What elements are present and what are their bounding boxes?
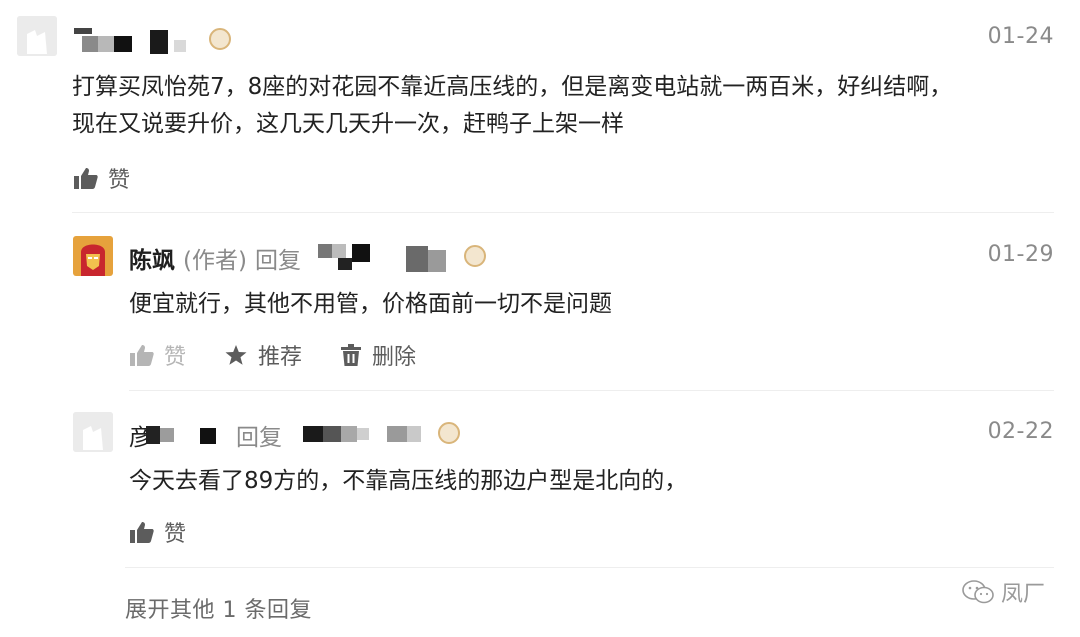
crown-badge-icon [438,422,460,444]
reply-content: 今天去看了89方的，不靠高压线的那边户型是北向的， [129,468,688,494]
like-label: 赞 [164,345,187,370]
author-avatar [73,236,113,276]
thumbs-up-icon [130,522,154,543]
thumbs-up-icon [130,345,154,366]
recommend-label: 推荐 [258,345,303,370]
reply-target-redacted [318,240,458,274]
like-button[interactable]: 赞 [130,339,186,371]
thumbs-up-icon [74,168,98,189]
reply-word: 回复 [254,248,301,274]
trash-icon [341,344,362,366]
crown-badge-icon [464,245,486,267]
watermark-text: 凤厂 [1000,582,1045,607]
divider [125,567,1054,568]
reply-content: 便宜就行，其他不用管，价格面前一切不是问题 [129,291,612,317]
author-role: (作者) [183,248,247,274]
avatar [73,412,113,452]
default-avatar-icon [17,16,57,56]
crown-badge-icon [209,28,231,50]
delete-button[interactable]: 删除 [340,339,416,371]
reply-date: 02-22 [987,419,1054,444]
reply-word: 回复 [236,425,282,451]
author-name[interactable]: 陈飒 [129,241,175,275]
watermark: 凤厂 [961,576,1045,608]
divider [72,212,1054,213]
username-redacted [146,424,226,446]
username-redacted [74,26,214,54]
recommend-button[interactable]: 推荐 [224,339,302,371]
expand-more-replies[interactable]: 展开其他 1 条回复 [125,592,312,624]
comment-date: 01-24 [987,24,1054,49]
reply-date: 01-29 [987,242,1054,267]
comment-line-2: 现在又说要升价，这几天几天升一次，赶鸭子上架一样 [72,111,624,137]
reply-actions: 赞 推荐 删除 [130,339,416,371]
like-label: 赞 [164,522,187,547]
like-label: 赞 [108,168,131,193]
comment-content: 打算买凤怡苑7，8座的对花园不靠近高压线的，但是离变电站就一两百米，好纠结啊， … [72,69,1062,143]
wechat-icon [962,580,994,604]
reply-header: 陈飒 (作者) 回复 [129,241,301,275]
delete-label: 删除 [372,345,417,370]
comment-line-1: 打算买凤怡苑7，8座的对花园不靠近高压线的，但是离变电站就一两百米，好纠结啊， [72,74,953,100]
avatar [17,16,57,56]
like-button[interactable]: 赞 [130,516,186,548]
divider [129,390,1054,391]
star-icon [225,345,247,365]
like-button[interactable]: 赞 [74,162,130,194]
ironman-avatar-icon [73,236,113,276]
default-avatar-icon [73,412,113,452]
reply-target-redacted [303,424,431,446]
